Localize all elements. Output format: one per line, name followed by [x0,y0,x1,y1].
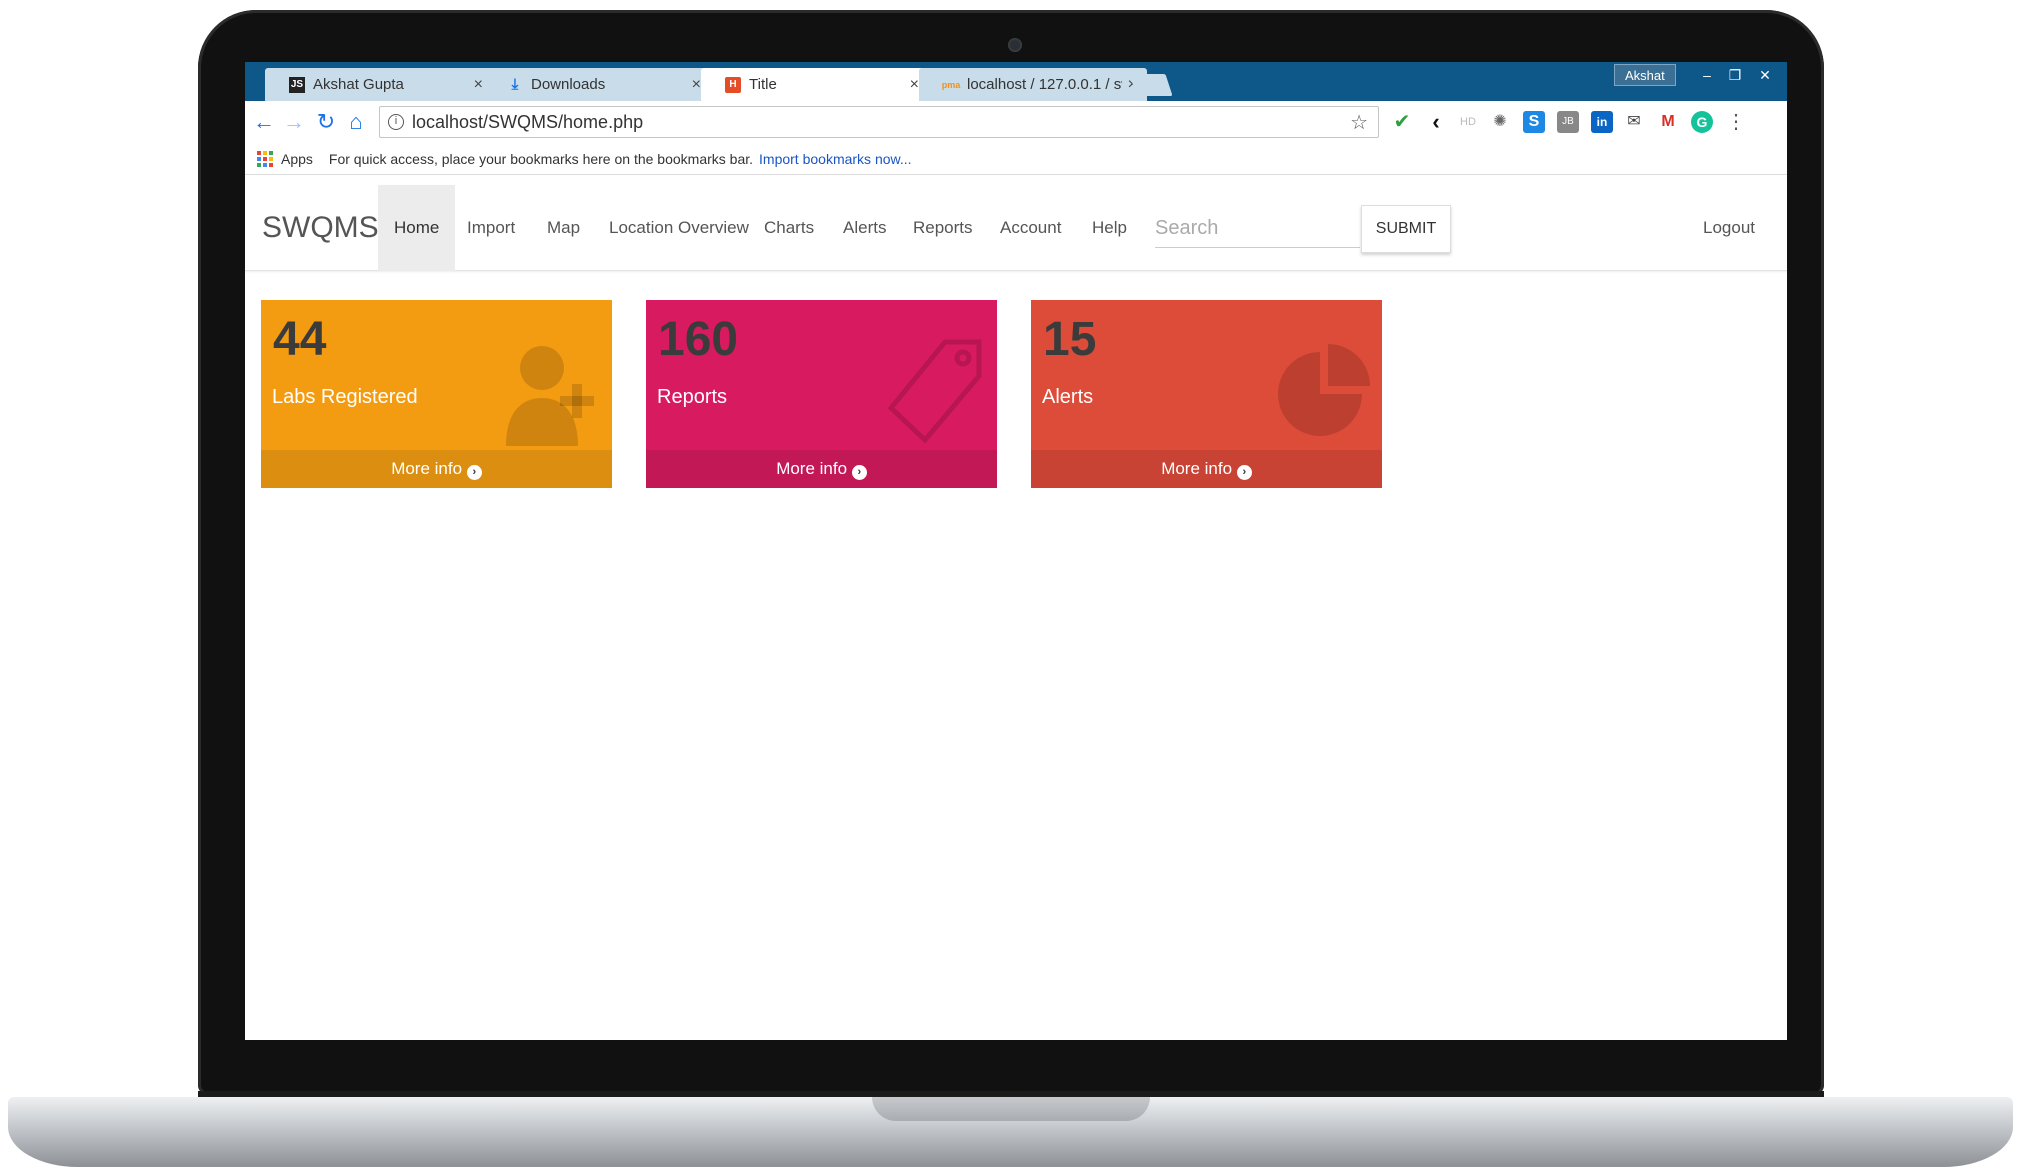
nav-import[interactable]: Import [467,185,515,271]
arrow-circle-right-icon: › [1236,465,1252,480]
screen: JS Akshat Gupta × ⤓ Downloads × H Title … [245,62,1787,1040]
arrow-circle-right-icon: › [466,465,482,480]
tab-title: Downloads [531,76,606,93]
download-icon: ⤓ [511,76,519,93]
submit-button[interactable]: SUBMIT [1361,205,1451,253]
nav-alerts[interactable]: Alerts [843,185,886,271]
labs-label: Labs Registered [272,386,418,408]
camera [1008,38,1022,52]
more-info-label: More info [391,459,463,478]
pma-icon: pma [941,79,961,90]
tab-strip: JS Akshat Gupta × ⤓ Downloads × H Title … [245,62,1787,101]
tab-title-active[interactable]: H Title × [701,68,929,101]
more-info-label: More info [1161,459,1233,478]
hd-extension-icon[interactable]: HD [1457,111,1479,133]
reload-icon[interactable]: ↻ [313,109,339,135]
window-close-icon[interactable]: ✕ [1751,64,1779,86]
more-info-label: More info [776,459,848,478]
app-navbar: SWQMS Home Import Map Location Overview … [245,185,1787,271]
reports-count: 160 [658,313,739,366]
back-icon[interactable]: ← [251,109,277,135]
alerts-more-info-link[interactable]: More info › [1031,450,1382,488]
gmail-extension-icon[interactable]: M [1657,111,1679,133]
nav-reports[interactable]: Reports [913,185,973,271]
logout-link[interactable]: Logout [1703,185,1755,271]
profile-button[interactable]: Akshat [1614,64,1676,86]
tab-title: localhost / 127.0.0.1 / sw [967,76,1122,93]
apps-icon[interactable] [257,150,273,167]
nav-charts[interactable]: Charts [764,185,814,271]
labs-count: 44 [273,313,327,366]
reports-label: Reports [657,386,728,408]
js-icon: JS [289,76,305,93]
pie-chart-icon [1278,344,1370,436]
browser-toolbar: ← → ↻ ⌂ i localhost/SWQMS/home.php ☆ ✔ ‹… [245,101,1787,143]
restore-icon[interactable]: ❐ [1721,64,1749,86]
nav-help[interactable]: Help [1092,185,1127,271]
info-icon[interactable]: i [388,114,404,130]
home-icon[interactable]: ⌂ [343,109,369,135]
address-bar[interactable]: i localhost/SWQMS/home.php ☆ [379,106,1379,138]
close-icon[interactable]: × [692,76,701,94]
arrow-circle-right-icon: › [851,465,867,480]
mailtrack-extension-icon[interactable]: ✉ [1623,111,1645,133]
html-icon: H [725,76,741,93]
search-input[interactable] [1155,210,1360,248]
tab-title: Title [749,76,777,93]
close-icon[interactable]: × [474,76,483,94]
import-bookmarks-link[interactable]: Import bookmarks now... [759,151,912,167]
labs-registered-box: 44 Labs Registered More info › [261,300,612,488]
brand-logo[interactable]: SWQMS [262,211,379,245]
nav-location-overview[interactable]: Location Overview [609,185,749,271]
menu-icon[interactable]: ⋮ [1725,111,1747,133]
nav-account[interactable]: Account [1000,185,1061,271]
tag-icon [887,339,982,444]
labs-more-info-link[interactable]: More info › [261,450,612,488]
grammarly-extension-icon[interactable]: G [1691,111,1713,133]
alerts-label: Alerts [1042,386,1094,408]
forward-icon[interactable]: → [281,109,307,135]
minimize-icon[interactable]: – [1693,64,1721,86]
laptop-notch [872,1097,1150,1121]
tab-phpmyadmin[interactable]: pma localhost / 127.0.0.1 / sw × [919,68,1147,101]
apps-link[interactable]: Apps [281,151,313,167]
tab-downloads[interactable]: ⤓ Downloads × [483,68,711,101]
reports-more-info-link[interactable]: More info › [646,450,997,488]
jb-extension-icon[interactable]: JB [1557,111,1579,133]
linkedin-extension-icon[interactable]: in [1591,111,1613,133]
settings-extension-icon[interactable]: ✺ [1489,111,1511,133]
bookmarks-hint: For quick access, place your bookmarks h… [328,150,754,167]
alerts-count: 15 [1043,313,1097,366]
skype-extension-icon[interactable]: S [1523,111,1545,133]
bookmark-star-icon[interactable]: ☆ [1350,110,1368,135]
tab-akshat-gupta[interactable]: JS Akshat Gupta × [265,68,493,101]
alerts-box: 15 Alerts More info › [1031,300,1382,488]
reports-box: 160 Reports More info › [646,300,997,488]
bookmarks-bar: Apps For quick access, place your bookma… [245,143,1787,175]
tab-title: Akshat Gupta [313,76,404,93]
check-extension-icon[interactable]: ✔ [1391,111,1413,133]
new-tab-button[interactable] [1129,74,1173,96]
add-user-icon [506,346,594,446]
back-extension-icon[interactable]: ‹ [1425,111,1447,133]
nav-home[interactable]: Home [378,185,456,271]
url-text: localhost/SWQMS/home.php [412,111,644,132]
close-icon[interactable]: × [910,76,919,94]
nav-map[interactable]: Map [547,185,580,271]
